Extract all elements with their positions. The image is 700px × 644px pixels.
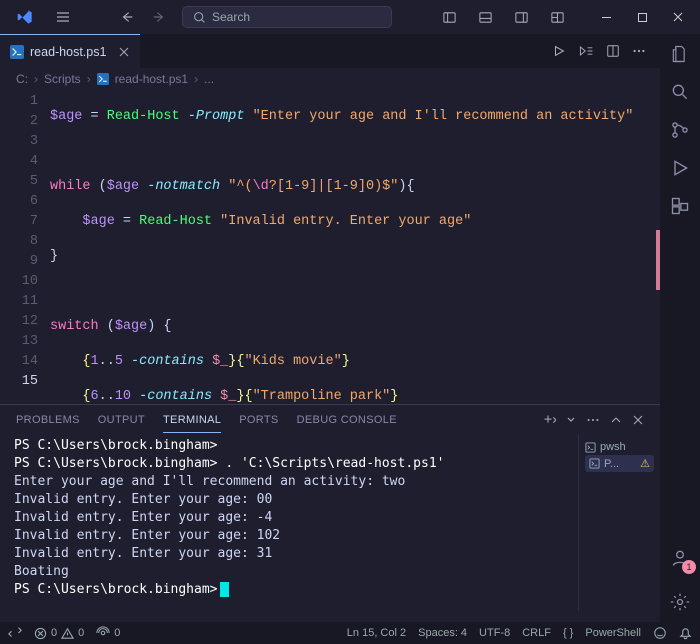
close-panel-icon[interactable] <box>632 414 644 426</box>
toggle-secondary-sidebar-icon[interactable] <box>506 2 536 32</box>
chevron-right-icon: › <box>87 72 91 86</box>
search-icon[interactable] <box>666 78 694 106</box>
status-spaces[interactable]: Spaces: 4 <box>418 627 467 639</box>
menu-icon[interactable] <box>48 2 78 32</box>
split-editor-icon[interactable] <box>606 44 620 58</box>
statusbar: 0 0 0 Ln 15, Col 2 Spaces: 4 UTF-8 CRLF … <box>0 622 700 644</box>
editor[interactable]: 123456789101112131415 $age = Read-Host -… <box>0 90 660 404</box>
status-ports[interactable]: 0 <box>96 626 120 640</box>
tab-output[interactable]: OUTPUT <box>98 408 145 432</box>
warning-icon: ⚠ <box>640 457 650 470</box>
run-selection-icon[interactable] <box>578 44 594 58</box>
panel: PROBLEMS OUTPUT TERMINAL PORTS DEBUG CON… <box>0 404 660 611</box>
titlebar: Search <box>0 0 700 34</box>
window-minimize-icon[interactable] <box>588 2 624 32</box>
activity-bar: 1 <box>660 34 700 622</box>
terminal[interactable]: PS C:\Users\brock.bingham> PS C:\Users\b… <box>0 435 578 611</box>
status-language-braces[interactable]: { } <box>563 627 573 639</box>
window-maximize-icon[interactable] <box>624 2 660 32</box>
nav-back-icon[interactable] <box>120 10 134 24</box>
search-icon <box>193 11 206 24</box>
tab-close-icon[interactable] <box>118 46 130 58</box>
bc-seg-4[interactable]: ... <box>204 72 214 86</box>
accounts-badge: 1 <box>682 560 696 574</box>
search-input[interactable]: Search <box>182 6 392 28</box>
vscode-logo-icon <box>10 2 40 32</box>
remote-indicator[interactable] <box>8 626 22 640</box>
status-eol[interactable]: CRLF <box>522 627 551 639</box>
status-notifications-icon[interactable] <box>679 627 692 640</box>
maximize-panel-icon[interactable] <box>610 414 622 426</box>
accounts-icon[interactable]: 1 <box>666 544 694 572</box>
status-errors[interactable]: 0 0 <box>34 627 84 640</box>
bc-seg-2[interactable]: Scripts <box>44 72 81 86</box>
bc-seg-3[interactable]: read-host.ps1 <box>115 72 188 86</box>
bc-seg-1[interactable]: C: <box>16 72 28 86</box>
toggle-primary-sidebar-icon[interactable] <box>434 2 464 32</box>
settings-gear-icon[interactable] <box>666 588 694 616</box>
run-icon[interactable] <box>552 44 566 58</box>
nav-forward-icon[interactable] <box>152 10 166 24</box>
overview-ruler[interactable] <box>650 90 660 404</box>
new-terminal-icon[interactable] <box>540 413 556 427</box>
explorer-icon[interactable] <box>666 40 694 68</box>
source-control-icon[interactable] <box>666 116 694 144</box>
terminal-icon <box>589 458 600 469</box>
panel-tabs: PROBLEMS OUTPUT TERMINAL PORTS DEBUG CON… <box>0 405 660 435</box>
status-lncol[interactable]: Ln 15, Col 2 <box>347 627 406 639</box>
more-panel-actions-icon[interactable] <box>586 413 600 427</box>
extensions-icon[interactable] <box>666 192 694 220</box>
terminal-cursor <box>220 582 229 597</box>
tab-debug-console[interactable]: DEBUG CONSOLE <box>297 408 397 432</box>
run-debug-icon[interactable] <box>666 154 694 182</box>
customize-layout-icon[interactable] <box>542 2 572 32</box>
terminal-list: pwsh P... ⚠ <box>578 435 660 611</box>
code-area[interactable]: $age = Read-Host -Prompt "Enter your age… <box>50 90 650 404</box>
chevron-right-icon: › <box>34 72 38 86</box>
powershell-file-icon <box>10 45 24 59</box>
status-language[interactable]: PowerShell <box>585 627 641 639</box>
terminal-item-powershell-ext[interactable]: P... ⚠ <box>585 455 654 472</box>
status-encoding[interactable]: UTF-8 <box>479 627 510 639</box>
editor-actions <box>552 34 660 68</box>
status-feedback-icon[interactable] <box>653 626 667 640</box>
breadcrumb[interactable]: C: › Scripts › read-host.ps1 › ... <box>0 68 660 90</box>
chevron-right-icon: › <box>194 72 198 86</box>
search-placeholder: Search <box>212 10 250 24</box>
more-actions-icon[interactable] <box>632 44 646 58</box>
terminal-icon <box>585 442 596 453</box>
tab-read-host[interactable]: read-host.ps1 <box>0 34 140 68</box>
powershell-file-icon <box>97 73 109 85</box>
toggle-panel-icon[interactable] <box>470 2 500 32</box>
tab-ports[interactable]: PORTS <box>239 408 278 432</box>
terminal-dropdown-icon[interactable] <box>566 415 576 425</box>
terminal-item-pwsh[interactable]: pwsh <box>585 439 654 455</box>
window-close-icon[interactable] <box>660 2 696 32</box>
tab-problems[interactable]: PROBLEMS <box>16 408 80 432</box>
gutter: 123456789101112131415 <box>0 90 50 404</box>
tab-filename: read-host.ps1 <box>30 45 106 59</box>
tabs-row: read-host.ps1 <box>0 34 660 68</box>
tab-terminal[interactable]: TERMINAL <box>163 408 221 433</box>
